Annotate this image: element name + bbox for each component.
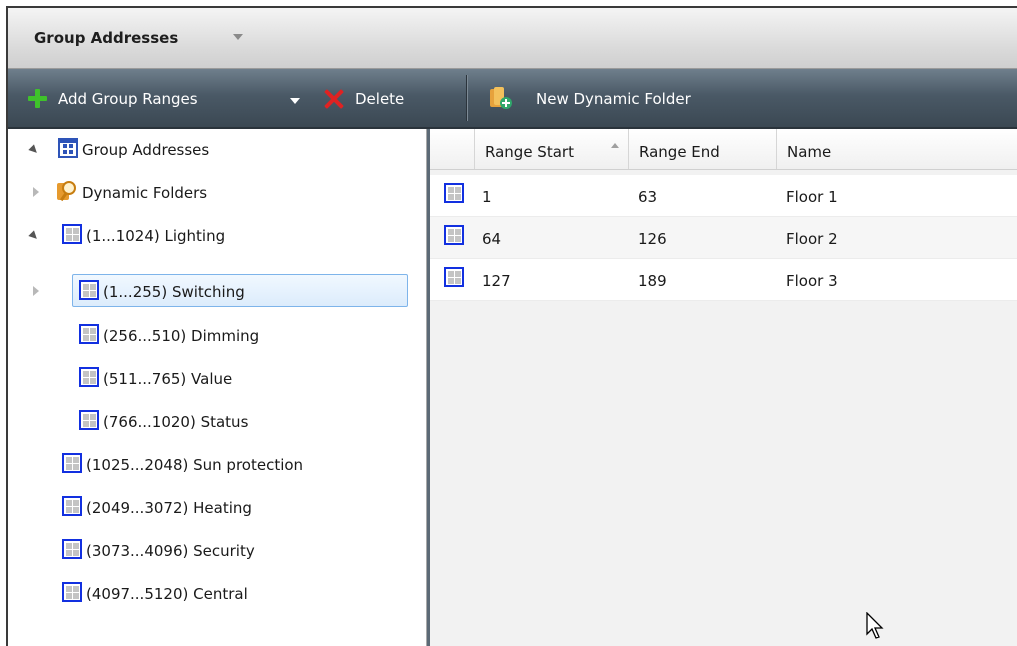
- column-header-range-start[interactable]: Range Start: [474, 129, 628, 169]
- tree-item-switching[interactable]: (1...255) Switching: [8, 272, 426, 308]
- tree-item-label: (1...1024) Lighting: [86, 227, 226, 245]
- group-addresses-root-icon: [58, 138, 78, 158]
- mouse-cursor-icon: [866, 612, 884, 639]
- tree-item-central[interactable]: (4097...5120) Central: [8, 573, 426, 609]
- tree-item-heating[interactable]: (2049...3072) Heating: [8, 487, 426, 523]
- cell-name: Floor 1: [786, 188, 838, 206]
- delete-label: Delete: [355, 90, 405, 108]
- chevron-down-icon[interactable]: [233, 34, 243, 40]
- tree-item-label: (2049...3072) Heating: [86, 499, 252, 517]
- grid-header: Range Start Range End Name: [430, 129, 1017, 170]
- tree-item-dynamic-folders[interactable]: Dynamic Folders: [8, 172, 426, 208]
- cell-name: Floor 3: [786, 272, 838, 290]
- dropdown-arrow-icon[interactable]: [290, 98, 300, 104]
- column-header-range-end[interactable]: Range End: [628, 129, 776, 169]
- group-range-icon: [62, 453, 82, 473]
- group-range-icon: [62, 539, 82, 559]
- toolbar: Add Group Ranges Delete New Dynamic Fold…: [8, 69, 1017, 129]
- expand-open-icon[interactable]: [28, 230, 40, 242]
- group-range-icon: [62, 582, 82, 602]
- cell-range-start: 1: [482, 188, 492, 206]
- dynamic-folder-add-icon: [490, 87, 514, 109]
- tree-item-label: (766...1020) Status: [103, 413, 249, 431]
- tree-item-label: Group Addresses: [82, 141, 210, 159]
- group-range-icon: [79, 410, 99, 430]
- group-range-icon: [444, 183, 464, 203]
- cell-range-start: 127: [482, 272, 511, 290]
- add-group-ranges-label: Add Group Ranges: [58, 90, 198, 108]
- cell-range-start: 64: [482, 230, 502, 248]
- column-header-label: Range Start: [485, 143, 574, 161]
- panel-header: Group Addresses: [8, 8, 1017, 69]
- cell-range-end: 63: [638, 188, 658, 206]
- tree-item-label: (4097...5120) Central: [86, 585, 248, 603]
- group-range-icon: [444, 267, 464, 287]
- tree-item-label: (1...255) Switching: [103, 283, 245, 301]
- plus-icon: [28, 89, 47, 108]
- group-range-icon: [79, 324, 99, 344]
- table-row[interactable]: 64 126 Floor 2: [430, 217, 1017, 259]
- toolbar-separator: [466, 75, 467, 121]
- dynamic-folder-icon: [57, 181, 79, 202]
- group-range-icon: [444, 225, 464, 245]
- sort-ascending-icon: [611, 143, 619, 148]
- group-range-icon: [79, 280, 99, 300]
- tree-item-lighting[interactable]: (1...1024) Lighting: [8, 215, 426, 251]
- group-addresses-window: Group Addresses Add Group Ranges Delete …: [6, 6, 1017, 646]
- tree-item-security[interactable]: (3073...4096) Security: [8, 530, 426, 566]
- x-icon: [324, 89, 344, 109]
- tree-item-label: (1025...2048) Sun protection: [86, 456, 304, 474]
- cell-range-end: 126: [638, 230, 667, 248]
- expand-closed-icon[interactable]: [33, 286, 39, 296]
- group-range-icon: [62, 496, 82, 516]
- panel-title: Group Addresses: [34, 29, 179, 47]
- column-header-name[interactable]: Name: [776, 129, 1017, 169]
- cell-name: Floor 2: [786, 230, 838, 248]
- tree-item-dimming[interactable]: (256...510) Dimming: [8, 315, 426, 351]
- new-dynamic-folder-label: New Dynamic Folder: [536, 90, 691, 108]
- tree-item-value[interactable]: (511...765) Value: [8, 358, 426, 394]
- group-range-icon: [79, 367, 99, 387]
- table-row[interactable]: 127 189 Floor 3: [430, 259, 1017, 301]
- tree-item-label: Dynamic Folders: [82, 184, 208, 202]
- tree-item-status[interactable]: (766...1020) Status: [8, 401, 426, 437]
- group-address-tree: Group Addresses Dynamic Folders (1...102…: [8, 129, 427, 646]
- column-header-label: Range End: [639, 143, 720, 161]
- group-range-icon: [62, 224, 82, 244]
- tree-item-label: (3073...4096) Security: [86, 542, 255, 560]
- expand-open-icon[interactable]: [28, 144, 40, 156]
- group-range-grid: Range Start Range End Name 1 63 Floor 1 …: [430, 129, 1017, 646]
- tree-item-label: (256...510) Dimming: [103, 327, 260, 345]
- expand-closed-icon[interactable]: [33, 187, 39, 197]
- tree-item-group-addresses[interactable]: Group Addresses: [8, 129, 426, 165]
- tree-item-label: (511...765) Value: [103, 370, 233, 388]
- column-header-label: Name: [787, 143, 832, 161]
- tree-item-sun-protection[interactable]: (1025...2048) Sun protection: [8, 444, 426, 480]
- table-row[interactable]: 1 63 Floor 1: [430, 175, 1017, 217]
- cell-range-end: 189: [638, 272, 667, 290]
